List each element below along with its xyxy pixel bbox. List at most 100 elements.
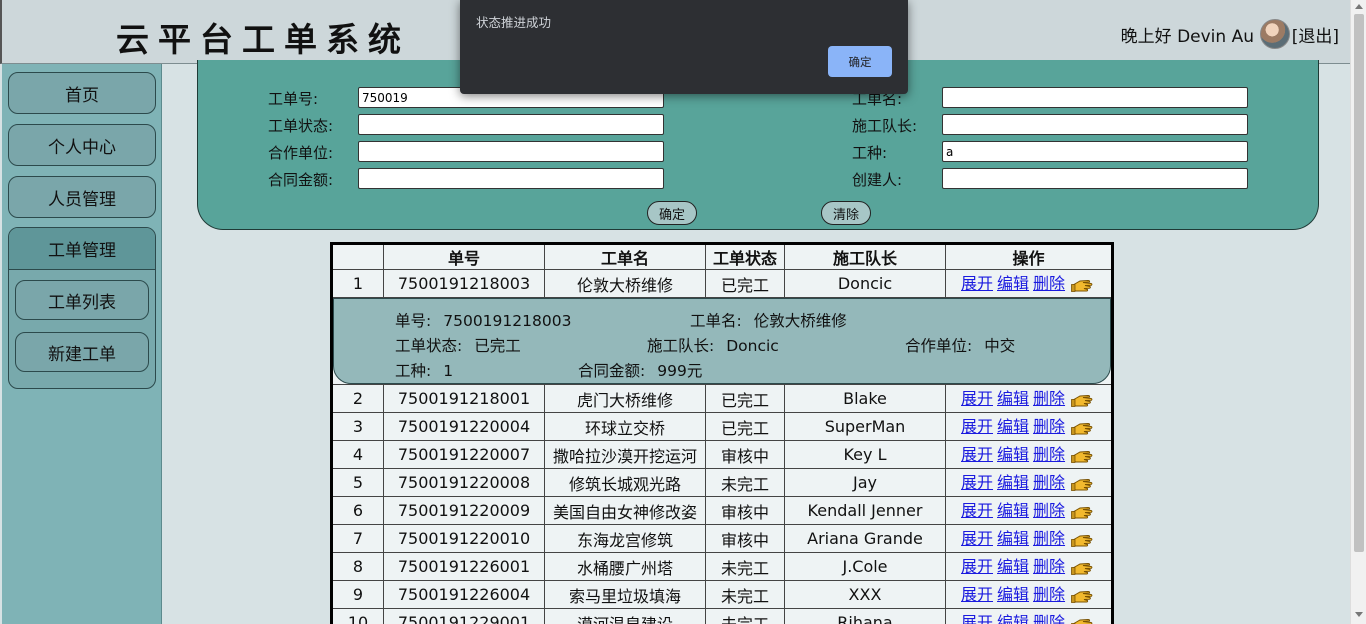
pointing-hand-icon[interactable]: [1071, 616, 1093, 624]
col-header-name: 工单名: [544, 243, 706, 270]
sidebar-item-profile[interactable]: 个人中心: [8, 124, 156, 166]
edit-link[interactable]: 编辑: [997, 501, 1029, 520]
cell-order-name: 修筑长城观光路: [544, 468, 706, 497]
table-row: 1 7500191218003 伦敦大桥维修 已完工 Doncic 展开 编辑 删除: [331, 269, 1113, 298]
search-clear-button[interactable]: 清除: [821, 201, 871, 225]
cell-index: 7: [331, 524, 384, 553]
cell-status: 已完工: [705, 412, 785, 441]
type-input[interactable]: [942, 141, 1248, 162]
delete-link[interactable]: 删除: [1033, 529, 1065, 548]
cell-order-name: 水桶腰广州塔: [544, 552, 706, 581]
expand-link[interactable]: 展开: [961, 501, 993, 520]
detail-no-label: 单号:: [395, 312, 432, 330]
scroll-thumb[interactable]: [1354, 14, 1364, 552]
logout-link[interactable]: [退出]: [1292, 22, 1339, 47]
cell-order-name: 漠河温泉建设: [544, 608, 706, 624]
delete-link[interactable]: 删除: [1033, 417, 1065, 436]
detail-type: 工种: 1: [395, 359, 453, 381]
detail-row: 单号: 7500191218003 工单名: 伦敦大桥维修 工单状态: 已完工 施工队长: D…: [331, 297, 1113, 385]
edit-link[interactable]: 编辑: [997, 613, 1029, 624]
cell-index: 1: [331, 269, 384, 298]
sidebar-item-staff[interactable]: 人员管理: [8, 176, 156, 218]
expand-link[interactable]: 展开: [961, 613, 993, 624]
sidebar-item-home[interactable]: 首页: [8, 72, 156, 114]
expand-link[interactable]: 展开: [961, 445, 993, 464]
col-header-index: [331, 243, 384, 270]
col-header-leader: 施工队长: [784, 243, 946, 270]
col-header-status: 工单状态: [705, 243, 785, 270]
delete-link[interactable]: 删除: [1033, 473, 1065, 492]
edit-link[interactable]: 编辑: [997, 557, 1029, 576]
sidebar-subitem-new-order[interactable]: 新建工单: [15, 332, 149, 372]
creator-input[interactable]: [942, 168, 1248, 189]
pointing-hand-icon[interactable]: [1071, 448, 1093, 468]
leader-label: 施工队长:: [852, 117, 918, 135]
expand-link[interactable]: 展开: [961, 557, 993, 576]
app-title: 云平台工单系统: [116, 20, 410, 59]
edit-link[interactable]: 编辑: [997, 274, 1029, 293]
detail-partner-label: 合作单位:: [905, 337, 973, 355]
expand-link[interactable]: 展开: [961, 274, 993, 293]
expand-link[interactable]: 展开: [961, 389, 993, 408]
sidebar-subitem-order-list[interactable]: 工单列表: [15, 280, 149, 320]
cell-leader: Rihana: [784, 608, 946, 624]
expand-link[interactable]: 展开: [961, 585, 993, 604]
table-row: 4 7500191220007 撒哈拉沙漠开挖运河 审核中 Key L 展开 编辑 删除: [331, 440, 1113, 469]
expand-link[interactable]: 展开: [961, 529, 993, 548]
delete-link[interactable]: 删除: [1033, 613, 1065, 624]
table-row: 3 7500191220004 环球立交桥 已完工 SuperMan 展开 编辑 删除: [331, 412, 1113, 441]
pointing-hand-icon[interactable]: [1071, 504, 1093, 524]
edit-link[interactable]: 编辑: [997, 389, 1029, 408]
pointing-hand-icon[interactable]: [1071, 476, 1093, 496]
cell-order-name: 伦敦大桥维修: [544, 269, 706, 298]
detail-leader-value: Doncic: [726, 337, 779, 355]
table-header-row: 单号 工单名 工单状态 施工队长 操作: [331, 243, 1113, 270]
expand-link[interactable]: 展开: [961, 473, 993, 492]
search-confirm-button[interactable]: 确定: [647, 201, 697, 225]
dialog-ok-button[interactable]: 确定: [828, 46, 892, 77]
edit-link[interactable]: 编辑: [997, 585, 1029, 604]
delete-link[interactable]: 删除: [1033, 557, 1065, 576]
edit-link[interactable]: 编辑: [997, 417, 1029, 436]
delete-link[interactable]: 删除: [1033, 501, 1065, 520]
page-scrollbar[interactable]: [1350, 0, 1366, 624]
sidebar-item-order-management[interactable]: 工单管理: [9, 228, 155, 270]
scroll-down-arrow[interactable]: [1355, 612, 1363, 617]
scroll-up-arrow[interactable]: [1355, 4, 1363, 9]
cell-status: 未完工: [705, 552, 785, 581]
detail-amount-label: 合同金额:: [578, 362, 646, 380]
avatar[interactable]: [1260, 19, 1290, 49]
edit-link[interactable]: 编辑: [997, 445, 1029, 464]
table-row: 10 7500191229001 漠河温泉建设 未完工 Rihana 展开 编辑 删除: [331, 608, 1113, 624]
cell-order-no: 7500191220009: [383, 496, 545, 525]
detail-leader-label: 施工队长:: [647, 337, 715, 355]
leader-input[interactable]: [942, 114, 1248, 135]
pointing-hand-icon[interactable]: [1071, 392, 1093, 412]
cell-order-no: 7500191220008: [383, 468, 545, 497]
cell-order-name: 美国自由女神修改姿: [544, 496, 706, 525]
cell-order-name: 环球立交桥: [544, 412, 706, 441]
pointing-hand-icon[interactable]: [1071, 588, 1093, 608]
delete-link[interactable]: 删除: [1033, 274, 1065, 293]
table-body: 1 7500191218003 伦敦大桥维修 已完工 Doncic 展开 编辑 删除单号: 75…: [331, 269, 1113, 624]
amount-input[interactable]: [358, 168, 664, 189]
order-name-input[interactable]: [942, 87, 1248, 108]
pointing-hand-icon[interactable]: [1071, 420, 1093, 440]
detail-type-value: 1: [443, 362, 454, 380]
status-input[interactable]: [358, 114, 664, 135]
cell-leader: Blake: [784, 384, 946, 413]
pointing-hand-icon[interactable]: [1071, 560, 1093, 580]
amount-label: 合同金额:: [268, 171, 334, 189]
expand-link[interactable]: 展开: [961, 417, 993, 436]
edit-link[interactable]: 编辑: [997, 473, 1029, 492]
cell-leader: Kendall Jenner: [784, 496, 946, 525]
delete-link[interactable]: 删除: [1033, 389, 1065, 408]
partner-input[interactable]: [358, 141, 664, 162]
delete-link[interactable]: 删除: [1033, 445, 1065, 464]
order-detail-panel: 单号: 7500191218003 工单名: 伦敦大桥维修 工单状态: 已完工 施工队长: D…: [333, 298, 1111, 384]
pointing-hand-icon[interactable]: [1071, 277, 1093, 297]
edit-link[interactable]: 编辑: [997, 529, 1029, 548]
delete-link[interactable]: 删除: [1033, 585, 1065, 604]
detail-status-value: 已完工: [474, 337, 521, 355]
pointing-hand-icon[interactable]: [1071, 532, 1093, 552]
